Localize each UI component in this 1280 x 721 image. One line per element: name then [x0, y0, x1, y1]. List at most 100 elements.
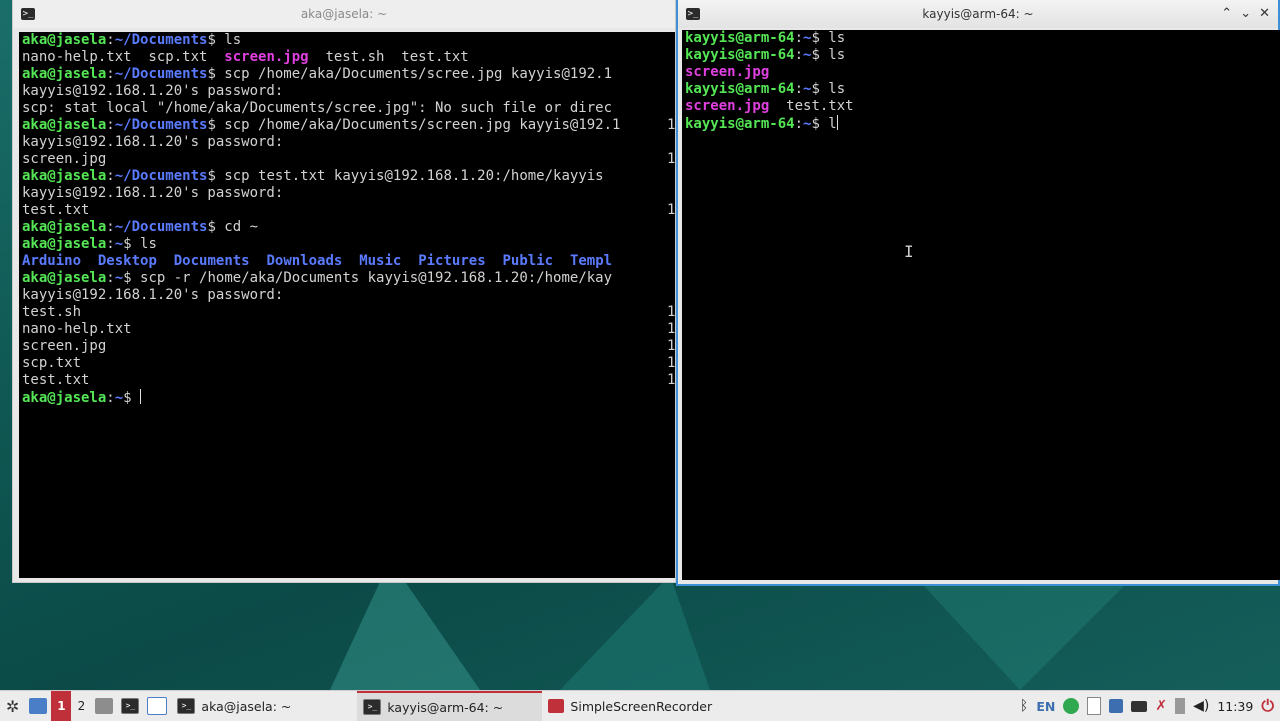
terminal-line: aka@jasela:~/Documents$ scp test.txt kay… — [19, 168, 675, 185]
start-menu-icon: ✲ — [6, 696, 20, 716]
terminal-text: ~/Documents — [114, 219, 208, 235]
task-kayyis-arm64[interactable]: >_ kayyis@arm-64: ~ — [357, 691, 543, 721]
terminal-text: $ ls — [207, 32, 242, 48]
terminal-text: : — [794, 30, 804, 46]
power-icon[interactable]: ⏻ — [1261, 696, 1274, 716]
terminal-launcher[interactable]: >_ — [117, 691, 143, 721]
terminal-cursor — [836, 115, 838, 130]
app-menu-button[interactable]: ✲ — [0, 691, 25, 721]
terminal-line: scp: stat local "/home/aka/Documents/scr… — [19, 100, 675, 117]
maximize-icon[interactable]: ⌃ — [1221, 6, 1232, 21]
terminal-line: aka@jasela:~$ — [19, 389, 675, 406]
terminal-text: kayyis@arm-64 — [685, 81, 795, 97]
terminal-text: screen.jpg — [22, 151, 107, 167]
terminal-text: scp.txt — [22, 355, 82, 371]
terminal-text: Desktop — [97, 253, 157, 269]
terminal-text: ~ — [114, 270, 124, 286]
clipped-progress-text: 1 — [667, 151, 675, 167]
terminal-line: test.txt — [19, 202, 675, 219]
terminal-text: $ — [123, 390, 141, 406]
terminal-text: screen.jpg — [224, 49, 309, 65]
window-titlebar[interactable]: >_ aka@jasela: ~ — [13, 0, 675, 28]
update-icon[interactable] — [1063, 698, 1080, 714]
terminal-icon: >_ — [177, 698, 196, 714]
show-desktop-button[interactable] — [25, 691, 51, 721]
terminal-line: screen.jpg test.txt — [682, 98, 1280, 115]
terminal-text: $ ls — [811, 81, 846, 97]
recorder-icon — [548, 699, 565, 713]
desktop-icon — [29, 698, 48, 714]
terminal-line: aka@jasela:~/Documents$ cd ~ — [19, 219, 675, 236]
terminal-text: test.txt — [22, 372, 90, 388]
file-manager-launcher[interactable] — [91, 691, 117, 721]
terminal-line: screen.jpg — [19, 151, 675, 168]
terminal-line: scp.txt — [19, 355, 675, 372]
terminal-text: $ scp /home/aka/Documents/scree.jpg kayy… — [207, 66, 613, 82]
terminal-text: Downloads — [266, 253, 343, 269]
window-title: aka@jasela: ~ — [300, 7, 388, 21]
clipboard-icon[interactable] — [1087, 697, 1102, 715]
task-simplescreenrecorder[interactable]: SimpleScreenRecorder — [542, 691, 718, 721]
volume-icon[interactable]: ◀) — [1193, 698, 1209, 714]
terminal-text: Templ — [569, 253, 613, 269]
terminal-text: : — [106, 236, 115, 252]
terminal-text: : — [106, 270, 115, 286]
workspace-2[interactable]: 2 — [71, 699, 91, 713]
folder-icon — [95, 698, 114, 714]
task-aka-jasela[interactable]: >_ aka@jasela: ~ — [171, 691, 357, 721]
terminal-text: Documents — [173, 253, 250, 269]
clipped-progress-text: 1 — [667, 372, 675, 388]
terminal-text: screen.jpg — [685, 98, 770, 114]
battery-icon[interactable] — [1175, 698, 1186, 714]
terminal-icon: >_ — [121, 698, 140, 714]
terminal-text: Public — [502, 253, 554, 269]
terminal-line: nano-help.txt — [19, 321, 675, 338]
terminal-text: ~ — [114, 236, 124, 252]
terminal-text: : — [106, 117, 115, 133]
terminal-text: aka@jasela — [22, 236, 107, 252]
terminal-text: kayyis@192.168.1.20's password: — [22, 134, 284, 150]
notification-icon[interactable] — [1109, 699, 1124, 713]
terminal-text: kayyis@arm-64 — [685, 47, 795, 63]
terminal-output[interactable]: kayyis@arm-64:~$ ls kayyis@arm-64:~$ ls sc… — [682, 30, 1280, 580]
workspace-1[interactable]: 1 — [51, 691, 72, 721]
terminal-line: kayyis@192.168.1.20's password: — [19, 83, 675, 100]
text-cursor-icon: I — [904, 242, 914, 261]
clock[interactable]: 11:39 — [1217, 699, 1253, 714]
terminal-window-left[interactable]: >_ aka@jasela: ~ aka@jasela:~/Documents$… — [12, 0, 676, 583]
terminal-text: $ scp -r /home/aka/Documents kayyis@192.… — [123, 270, 613, 286]
terminal-text: $ scp test.txt kayyis@192.168.1.20:/home… — [207, 168, 604, 184]
terminal-text: $ scp /home/aka/Documents/screen.jpg kay… — [207, 117, 621, 133]
close-icon[interactable]: ✕ — [1259, 6, 1270, 21]
keyboard-layout[interactable]: EN — [1036, 699, 1055, 714]
terminal-text: $ ls — [811, 30, 846, 46]
text-editor-launcher[interactable] — [143, 691, 171, 721]
task-label: kayyis@arm-64: ~ — [387, 699, 504, 715]
terminal-text: scp: stat local "/home/aka/Documents/scr… — [22, 100, 613, 116]
terminal-text: kayyis@arm-64 — [685, 116, 795, 132]
terminal-text: kayyis@192.168.1.20's password: — [22, 83, 284, 99]
terminal-text: $ l — [811, 116, 837, 132]
window-title: kayyis@arm-64: ~ — [922, 7, 1034, 21]
terminal-text: Pictures — [418, 253, 486, 269]
clipped-progress-text: 1 — [667, 338, 675, 354]
microphone-icon[interactable]: ✗ — [1155, 698, 1167, 714]
terminal-text: ~/Documents — [114, 66, 208, 82]
camera-icon[interactable] — [1131, 700, 1148, 712]
terminal-text: ~/Documents — [114, 32, 208, 48]
terminal-text: aka@jasela — [22, 66, 107, 82]
terminal-line: kayyis@192.168.1.20's password: — [19, 287, 675, 304]
window-titlebar[interactable]: >_ kayyis@arm-64: ~ ⌃ ⌄ ✕ — [678, 0, 1278, 28]
terminal-output[interactable]: aka@jasela:~/Documents$ ls nano-help.txt … — [19, 32, 675, 578]
minimize-icon[interactable]: ⌄ — [1240, 6, 1251, 21]
terminal-text: aka@jasela — [22, 117, 107, 133]
terminal-text: : — [106, 219, 115, 235]
clipped-progress-text: 1 — [667, 117, 675, 133]
terminal-text: : — [794, 81, 804, 97]
terminal-text: : — [106, 32, 115, 48]
bluetooth-icon[interactable]: ᛒ — [1020, 698, 1028, 714]
terminal-window-right[interactable]: >_ kayyis@arm-64: ~ ⌃ ⌄ ✕ kayyis@arm-64:… — [676, 0, 1280, 586]
